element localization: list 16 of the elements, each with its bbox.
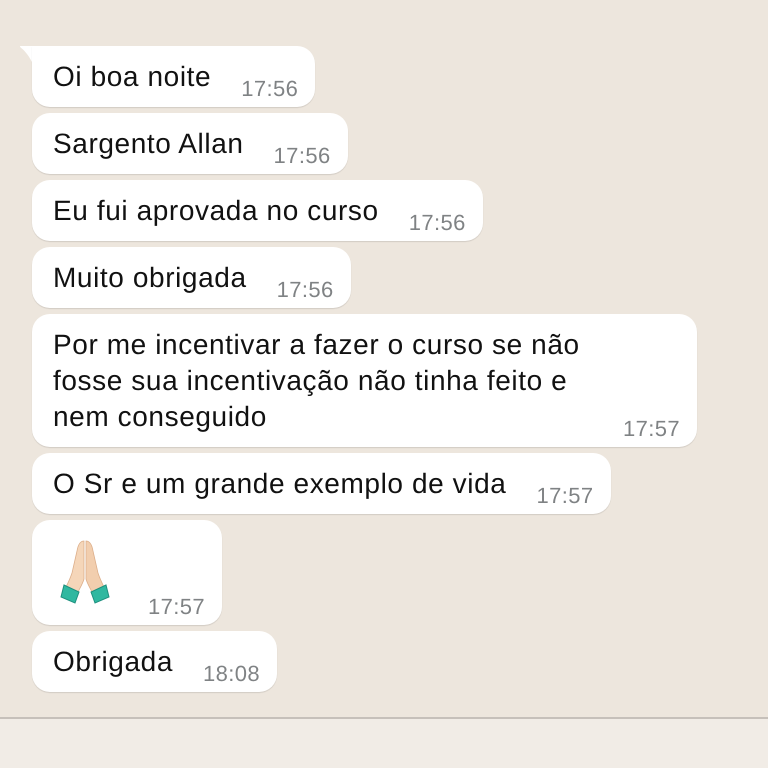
- message-time: 17:57: [148, 595, 206, 619]
- message-text: Por me incentivar a fazer o curso se não fosse sua incentivação não tinha feito e nem conseguido: [53, 328, 581, 434]
- message-text: Eu fui aprovada no curso: [53, 194, 379, 228]
- message-time: 17:56: [276, 278, 334, 302]
- message-time: 18:08: [203, 662, 260, 686]
- praying-hands-icon: [60, 539, 110, 605]
- message-time: 17:57: [623, 417, 680, 441]
- message-time: 17:57: [536, 484, 594, 508]
- message-time: 17:56: [274, 144, 331, 168]
- message-text: Oi boa noite: [53, 60, 212, 94]
- message-text: Obrigada: [53, 645, 173, 679]
- message-text: Muito obrigada: [53, 261, 247, 295]
- message-time: 17:56: [408, 211, 466, 235]
- message-time: 17:56: [241, 77, 298, 101]
- message-text: O Sr e um grande exemplo de vida: [53, 467, 506, 501]
- message-text: Sargento Allan: [53, 127, 244, 161]
